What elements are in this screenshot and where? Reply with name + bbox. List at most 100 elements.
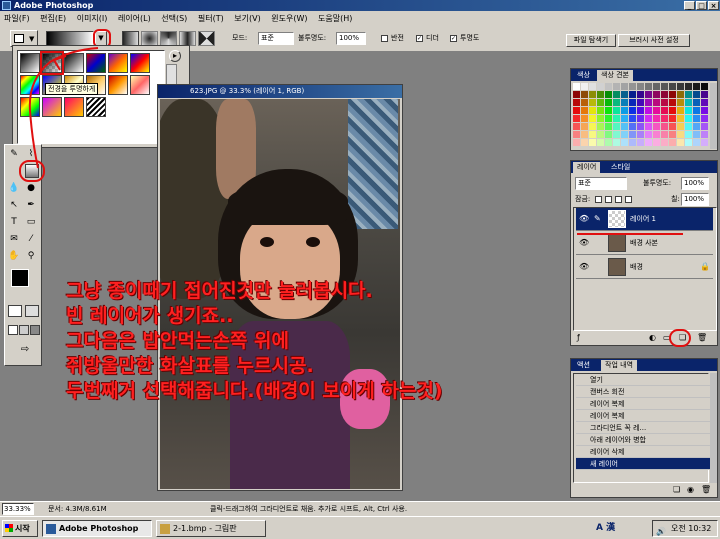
menu-filter[interactable]: 필터(T) [194,11,228,26]
color-swatch[interactable] [669,115,676,122]
color-swatch[interactable] [693,91,700,98]
color-swatch[interactable] [597,123,604,130]
trash-icon[interactable]: 🗑 [697,333,707,342]
color-swatch[interactable] [621,123,628,130]
shape-tool-icon[interactable]: ▭ [24,215,38,229]
color-swatch[interactable] [645,83,652,90]
color-swatch[interactable] [597,99,604,106]
color-swatch[interactable] [653,139,660,146]
linear-gradient-icon[interactable] [122,31,139,46]
color-swatch[interactable] [701,115,708,122]
color-swatch[interactable] [605,123,612,130]
minimize-button[interactable]: _ [684,1,695,10]
color-swatch[interactable] [621,99,628,106]
color-swatch[interactable] [605,91,612,98]
lock-all-checkbox[interactable] [625,196,632,203]
menu-layer[interactable]: 레이어(L) [114,11,155,26]
menu-view[interactable]: 보기(V) [230,11,264,26]
color-swatch[interactable] [653,115,660,122]
color-swatch[interactable] [621,91,628,98]
color-swatch[interactable] [613,107,620,114]
color-swatch[interactable] [661,99,668,106]
color-swatch[interactable] [605,99,612,106]
color-swatch[interactable] [573,115,580,122]
color-swatch[interactable] [661,139,668,146]
color-swatch[interactable] [693,115,700,122]
color-swatch[interactable] [629,123,636,130]
color-swatch[interactable] [605,107,612,114]
color-swatch[interactable] [581,99,588,106]
standard-mode-icon[interactable] [8,305,22,317]
angle-gradient-icon[interactable] [160,31,177,46]
layer-row-selected[interactable]: 👁 ✎ 레이어 1 [576,208,713,231]
lock-position-checkbox[interactable] [615,196,622,203]
color-swatch[interactable] [677,83,684,90]
layer-opacity-field[interactable]: 100% [681,177,709,190]
color-swatch[interactable] [677,115,684,122]
color-swatch[interactable] [685,115,692,122]
history-scrollbar[interactable] [710,373,717,483]
color-swatch[interactable] [669,107,676,114]
menu-select[interactable]: 선택(S) [157,11,191,26]
history-item[interactable]: 아래 레이어와 병합 [576,434,713,446]
gradient-swatch-pastel[interactable] [130,75,150,95]
color-swatch[interactable] [661,115,668,122]
color-swatch[interactable] [701,123,708,130]
menu-help[interactable]: 도움말(H) [314,11,356,26]
color-swatch[interactable] [669,139,676,146]
color-swatch[interactable] [701,107,708,114]
color-swatch[interactable] [677,131,684,138]
pen-tool-icon[interactable]: ✒ [24,198,38,212]
color-swatch[interactable] [597,91,604,98]
color-swatch[interactable] [693,107,700,114]
color-swatch[interactable] [677,123,684,130]
color-swatch[interactable] [581,123,588,130]
zoom-field[interactable]: 33.33% [2,503,34,515]
color-swatch[interactable] [581,139,588,146]
notes-tool-icon[interactable]: ✉ [7,232,21,246]
eye-icon[interactable]: 👁 [579,238,589,247]
color-swatch[interactable] [693,83,700,90]
color-swatch[interactable] [701,83,708,90]
jump-to-imageready-icon[interactable]: ⇨ [15,343,35,357]
color-swatch[interactable] [605,115,612,122]
color-swatch[interactable] [629,107,636,114]
color-swatch[interactable] [645,107,652,114]
eye-icon[interactable]: 👁 [579,262,589,271]
task-paint[interactable]: 2-1.bmp - 그림판 [156,520,266,537]
color-swatch[interactable] [621,107,628,114]
new-snapshot-icon[interactable]: ◉ [687,485,694,494]
hand-tool-icon[interactable]: ✋ [7,249,21,263]
color-swatch[interactable] [581,107,588,114]
color-swatch[interactable] [669,83,676,90]
color-swatch[interactable] [621,115,628,122]
color-swatch[interactable] [637,123,644,130]
color-swatch[interactable] [589,91,596,98]
color-swatch[interactable] [629,139,636,146]
ime-indicator[interactable]: A 漢 [596,520,615,537]
color-swatch[interactable] [597,107,604,114]
color-swatch[interactable] [653,123,660,130]
color-swatch[interactable] [637,131,644,138]
menu-image[interactable]: 이미지(I) [73,11,112,26]
color-swatch[interactable] [581,115,588,122]
color-swatch[interactable] [693,99,700,106]
color-swatch[interactable] [661,83,668,90]
layer-row[interactable]: 👁 배경 사본 [576,232,713,255]
color-swatch[interactable] [589,107,596,114]
color-swatch[interactable] [653,99,660,106]
color-swatch[interactable] [621,131,628,138]
new-document-icon[interactable]: ❏ [673,485,680,494]
color-swatch[interactable] [613,123,620,130]
color-swatch[interactable] [645,115,652,122]
color-swatch[interactable] [685,99,692,106]
fill-field[interactable]: 100% [681,193,709,206]
menu-file[interactable]: 파일(F) [0,11,34,26]
path-select-tool-icon[interactable]: ↖ [7,198,21,212]
color-swatch[interactable] [653,107,660,114]
diamond-gradient-icon[interactable] [198,31,215,46]
screen-mode-full-menu-icon[interactable] [19,325,29,335]
tab-file-browser[interactable]: 파일 탐색기 [566,34,616,47]
blur-tool-icon[interactable]: 💧 [7,181,21,195]
color-swatch[interactable] [685,139,692,146]
